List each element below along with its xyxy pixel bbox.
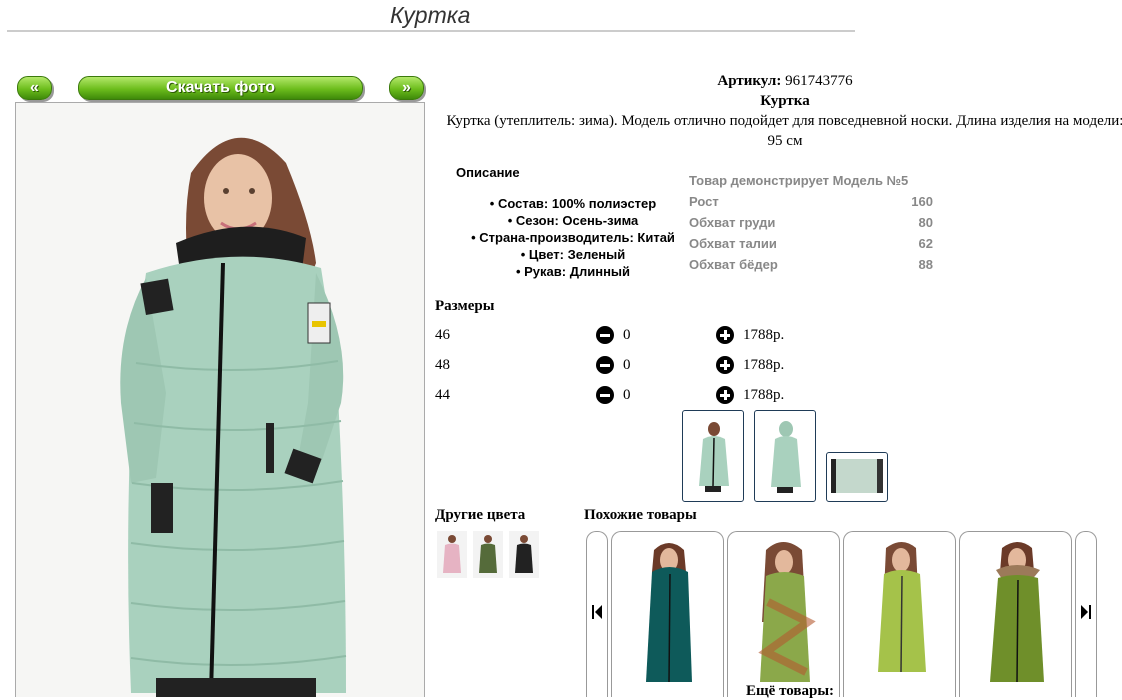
model-row-label: Обхват талии: [689, 236, 777, 251]
size-label: 46: [435, 327, 450, 343]
description-item: Цвет: Зеленый: [455, 246, 691, 263]
page-title: Куртка: [390, 2, 471, 28]
product-info: Артикул: 961743776 Куртка Куртка (утепли…: [440, 71, 1122, 151]
variant-image: [479, 535, 497, 573]
minus-circle-icon[interactable]: [596, 356, 614, 374]
description-item: Страна-производитель: Китай: [455, 229, 691, 246]
color-variant-thumbnail[interactable]: [473, 531, 503, 578]
size-label: 44: [435, 387, 450, 403]
similar-product-card[interactable]: [611, 531, 724, 697]
variant-image: [443, 535, 461, 573]
size-quantity: 0: [623, 387, 631, 403]
skip-back-icon: [592, 605, 602, 619]
download-photo-button[interactable]: Скачать фото: [78, 76, 363, 100]
similar-product-image: [878, 542, 926, 673]
carousel-prev-button[interactable]: [586, 531, 608, 697]
model-row-label: Обхват груди: [689, 215, 776, 230]
plus-circle-icon[interactable]: [716, 326, 734, 344]
color-variant-thumbnail[interactable]: [437, 531, 467, 578]
similar-product-image: [990, 542, 1044, 683]
article-label: Артикул:: [717, 73, 782, 89]
photo-thumbnail[interactable]: [826, 452, 888, 502]
variant-image: [515, 535, 533, 573]
similar-product-card[interactable]: [959, 531, 1072, 697]
skip-forward-icon: [1081, 605, 1091, 619]
model-measurements: Товар демонстрирует Модель №5 Рост 160 О…: [689, 170, 933, 275]
size-price: 1788р.: [743, 357, 785, 373]
model-row: Обхват груди 80: [689, 212, 933, 233]
description-item: Рукав: Длинный: [455, 263, 691, 280]
product-name: Куртка: [760, 93, 810, 109]
title-divider: [7, 30, 855, 32]
size-quantity: 0: [623, 357, 631, 373]
model-title: Товар демонстрирует Модель №5: [689, 173, 909, 188]
model-row-value: 160: [911, 194, 933, 209]
article-value: 961743776: [785, 73, 853, 89]
model-row: Обхват бёдер 88: [689, 254, 933, 275]
description-item: Сезон: Осень-зима: [455, 212, 691, 229]
main-product-photo[interactable]: [15, 102, 425, 697]
model-row: Рост 160: [689, 191, 933, 212]
plus-circle-icon[interactable]: [716, 356, 734, 374]
product-summary: Куртка (утеплитель: зима). Модель отличн…: [446, 113, 1122, 149]
next-photo-button[interactable]: »: [389, 76, 424, 100]
main-photo-image: [120, 137, 347, 697]
thumbnail-image: [771, 421, 801, 493]
size-label: 48: [435, 357, 450, 373]
size-price: 1788р.: [743, 327, 785, 343]
color-variant-thumbnail[interactable]: [509, 531, 539, 578]
model-row-value: 80: [918, 215, 933, 230]
model-title-row: Товар демонстрирует Модель №5: [689, 170, 933, 191]
photo-thumbnail[interactable]: [754, 410, 816, 502]
similar-products-title: Похожие товары: [584, 507, 697, 523]
model-row-label: Рост: [689, 194, 719, 209]
thumbnail-image: [699, 422, 729, 492]
plus-circle-icon[interactable]: [716, 386, 734, 404]
model-row-value: 88: [918, 257, 933, 272]
description-title: Описание: [456, 165, 520, 180]
other-colors-title: Другие цвета: [435, 507, 526, 523]
model-row: Обхват талии 62: [689, 233, 933, 254]
similar-product-card[interactable]: [843, 531, 956, 697]
thumbnail-image: [831, 459, 883, 493]
description-list: Состав: 100% полиэстер Сезон: Осень-зима…: [455, 195, 691, 280]
similar-product-image: [758, 542, 816, 682]
minus-circle-icon[interactable]: [596, 386, 614, 404]
sizes-title: Размеры: [435, 298, 495, 314]
description-item: Состав: 100% полиэстер: [455, 195, 691, 212]
size-price: 1788р.: [743, 387, 785, 403]
carousel-next-button[interactable]: [1075, 531, 1097, 697]
similar-product-card[interactable]: [727, 531, 840, 697]
photo-thumbnail[interactable]: [682, 410, 744, 502]
model-row-value: 62: [918, 236, 933, 251]
similar-product-image: [646, 543, 692, 683]
size-quantity: 0: [623, 327, 631, 343]
model-row-label: Обхват бёдер: [689, 257, 778, 272]
more-products-label: Ещё товары:: [746, 683, 835, 699]
minus-circle-icon[interactable]: [596, 326, 614, 344]
prev-photo-button[interactable]: «: [17, 76, 52, 100]
